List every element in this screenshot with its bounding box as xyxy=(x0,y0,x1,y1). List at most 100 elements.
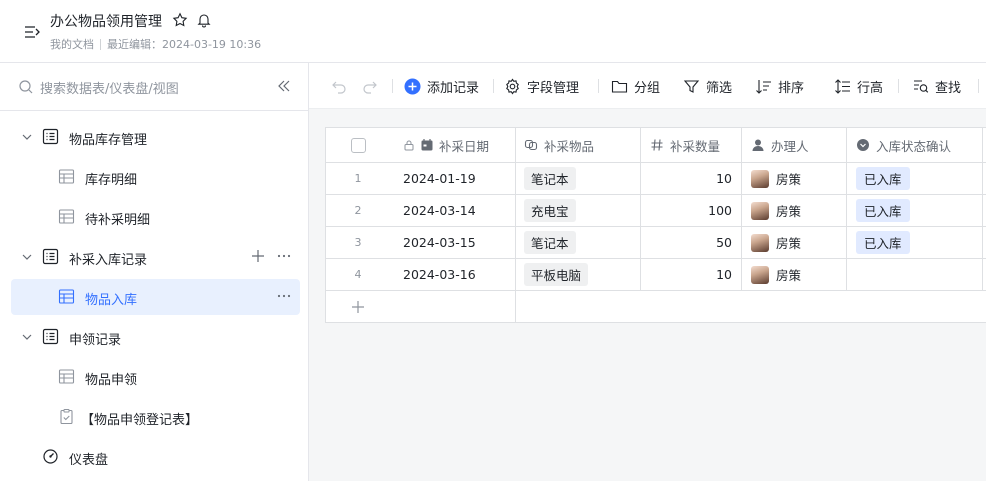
sidebar-item-label: 仪表盘 xyxy=(69,453,109,468)
date-cell[interactable]: 2024-01-19 xyxy=(390,163,516,194)
chevron-down-icon[interactable] xyxy=(21,131,33,143)
field-manage-button[interactable]: 字段管理 xyxy=(504,76,579,96)
sidebar-item-stock-in[interactable]: 物品入库 xyxy=(11,279,300,315)
group-label: 分组 xyxy=(634,80,661,96)
sidebar-item-restock-pending[interactable]: 待补采明细 xyxy=(11,199,300,235)
quantity-cell[interactable]: 100 xyxy=(641,195,742,226)
avatar xyxy=(751,169,769,188)
item-cell[interactable]: 充电宝 xyxy=(516,195,641,226)
select-all-cell[interactable] xyxy=(326,128,390,162)
sidebar-item-label: 【物品申领登记表】 xyxy=(81,413,199,428)
sidebar-item-requisition[interactable]: 物品申领 xyxy=(11,359,300,395)
item-cell[interactable]: 平板电脑 xyxy=(516,259,641,290)
row-number: 1 xyxy=(354,172,362,185)
status-badge: 已入库 xyxy=(856,167,910,190)
sidebar-item-restock-group[interactable]: 补采入库记录 xyxy=(11,239,300,275)
sidebar-item-label: 补采入库记录 xyxy=(69,253,148,268)
filter-button[interactable]: 筛选 xyxy=(683,76,732,96)
chevron-down-icon[interactable] xyxy=(21,331,33,343)
undo-icon[interactable] xyxy=(330,76,348,96)
find-button[interactable]: 查找 xyxy=(912,76,961,96)
quantity-cell[interactable]: 10 xyxy=(641,163,742,194)
bell-icon[interactable] xyxy=(196,12,212,28)
field-manage-label: 字段管理 xyxy=(527,80,580,96)
redo-icon[interactable] xyxy=(361,76,379,96)
add-record-button[interactable]: 添加记录 xyxy=(404,76,479,96)
add-row-cell[interactable] xyxy=(326,291,516,322)
column-header-label: 补采日期 xyxy=(439,138,490,154)
toolbar: 添加记录 字段管理 分组 筛选 排序 行高 查找 xyxy=(309,63,986,109)
collapse-sidebar-icon[interactable] xyxy=(276,78,292,94)
sidebar-search[interactable]: 搜索数据表/仪表盘/视图 xyxy=(18,78,179,97)
person-cell[interactable]: 房策 xyxy=(742,227,847,258)
divider xyxy=(898,79,899,93)
divider xyxy=(0,110,309,111)
date-cell[interactable]: 2024-03-15 xyxy=(390,227,516,258)
sidebar: 搜索数据表/仪表盘/视图 物品库存管理 库存明细 待补采明细 补采入库记录 物品… xyxy=(0,63,309,481)
row-height-label: 行高 xyxy=(857,80,884,96)
search-input[interactable]: 搜索数据表/仪表盘/视图 xyxy=(40,78,179,97)
sidebar-item-label: 库存明细 xyxy=(85,173,138,188)
link-icon xyxy=(524,138,538,152)
quantity-cell[interactable]: 10 xyxy=(641,259,742,290)
sort-label: 排序 xyxy=(778,80,805,96)
column-header-quantity[interactable]: 补采数量 xyxy=(641,128,742,162)
person-icon xyxy=(751,138,765,152)
star-icon[interactable] xyxy=(172,12,188,28)
single-select-icon xyxy=(856,138,870,152)
column-header-item[interactable]: 补采物品 xyxy=(516,128,641,162)
breadcrumb[interactable]: 我的文档 xyxy=(50,36,94,52)
row-number: 2 xyxy=(354,204,362,217)
date-cell[interactable]: 2024-03-14 xyxy=(390,195,516,226)
avatar xyxy=(751,265,769,284)
date-cell[interactable]: 2024-03-16 xyxy=(390,259,516,290)
menu-toggle-icon[interactable] xyxy=(22,22,42,42)
add-row[interactable] xyxy=(326,291,986,323)
filter-icon xyxy=(683,78,700,95)
person-name: 房策 xyxy=(776,268,802,283)
status-badge: 已入库 xyxy=(856,199,910,222)
sidebar-item-inventory-group[interactable]: 物品库存管理 xyxy=(11,119,300,155)
column-header-person[interactable]: 办理人 xyxy=(742,128,847,162)
quantity-cell[interactable]: 50 xyxy=(641,227,742,258)
column-header-date[interactable]: 补采日期 xyxy=(390,128,516,162)
more-icon[interactable] xyxy=(276,288,292,304)
column-header-label: 补采数量 xyxy=(670,138,721,154)
person-cell[interactable]: 房策 xyxy=(742,163,847,194)
select-all-checkbox[interactable] xyxy=(350,137,366,153)
sidebar-item-requisition-group[interactable]: 申领记录 xyxy=(11,319,300,355)
item-cell[interactable]: 笔记本 xyxy=(516,163,641,194)
person-cell[interactable]: 房策 xyxy=(742,195,847,226)
plus-icon[interactable] xyxy=(351,300,365,314)
divider xyxy=(598,79,599,93)
row-number: 4 xyxy=(354,268,362,281)
clipboard-check-icon xyxy=(58,408,75,425)
status-cell[interactable]: 已入库 xyxy=(847,195,983,226)
column-header-label: 入库状态确认 xyxy=(876,138,952,154)
sidebar-item-label: 待补采明细 xyxy=(85,213,151,228)
data-table: 补采日期 补采物品 补采数量 办理人 入库状态确认 1 2024-01-19 笔… xyxy=(325,127,986,323)
table-row[interactable]: 3 2024-03-15 笔记本 50 房策 已入库 xyxy=(326,227,986,259)
column-header-status[interactable]: 入库状态确认 xyxy=(847,128,983,162)
status-cell[interactable] xyxy=(847,259,983,290)
sidebar-item-requisition-form[interactable]: 【物品申领登记表】 xyxy=(11,399,300,435)
column-header-label: 补采物品 xyxy=(544,138,595,154)
item-cell[interactable]: 笔记本 xyxy=(516,227,641,258)
chevron-down-icon[interactable] xyxy=(21,251,33,263)
status-cell[interactable]: 已入库 xyxy=(847,163,983,194)
group-button[interactable]: 分组 xyxy=(611,76,660,96)
status-cell[interactable]: 已入库 xyxy=(847,227,983,258)
row-height-button[interactable]: 行高 xyxy=(834,76,883,96)
table-row[interactable]: 1 2024-01-19 笔记本 10 房策 已入库 xyxy=(326,163,986,195)
person-cell[interactable]: 房策 xyxy=(742,259,847,290)
plus-icon[interactable] xyxy=(250,248,266,264)
sidebar-item-inventory-detail[interactable]: 库存明细 xyxy=(11,159,300,195)
table-row[interactable]: 2 2024-03-14 充电宝 100 房策 已入库 xyxy=(326,195,986,227)
table-row[interactable]: 4 2024-03-16 平板电脑 10 房策 xyxy=(326,259,986,291)
sidebar-item-dashboard[interactable]: 仪表盘 xyxy=(11,439,300,475)
divider xyxy=(392,79,393,93)
table-icon xyxy=(58,208,75,225)
more-icon[interactable] xyxy=(276,248,292,264)
sort-button[interactable]: 排序 xyxy=(755,76,804,96)
document-list-icon xyxy=(42,328,59,345)
